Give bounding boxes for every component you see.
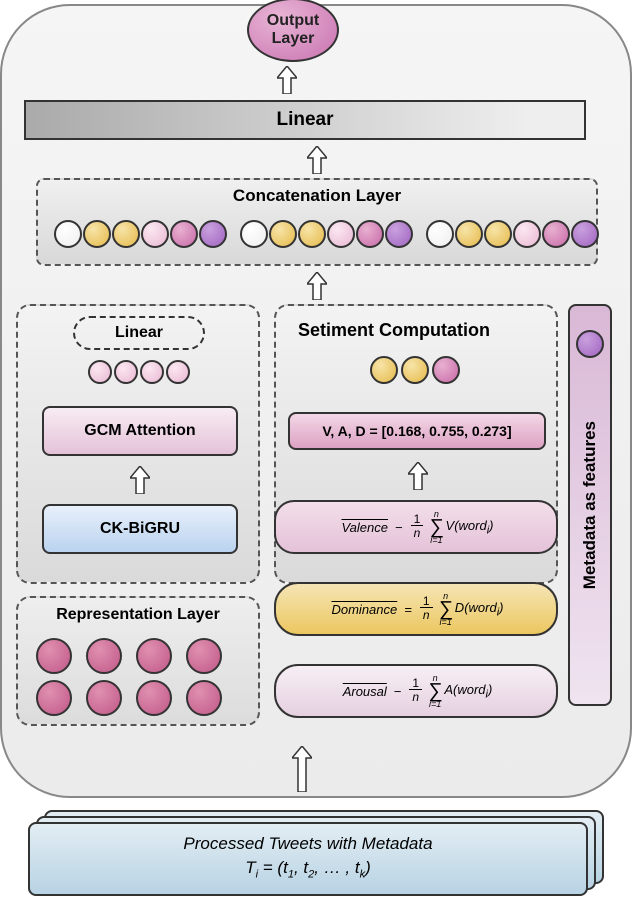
dot-icon bbox=[484, 220, 512, 248]
dot-icon bbox=[86, 680, 122, 716]
fn: D(wordi) bbox=[455, 600, 504, 619]
fraction-icon: 1n bbox=[411, 513, 424, 540]
sentiment-title: Setiment Computation bbox=[298, 320, 490, 341]
sentiment-dots bbox=[370, 356, 460, 384]
dot-icon bbox=[199, 220, 227, 248]
arrow-up-icon bbox=[130, 466, 150, 494]
fn: A(wordi) bbox=[444, 682, 492, 701]
sigma-icon: n∑i=1 bbox=[429, 509, 443, 545]
concatenation-layer: Concatenation Layer bbox=[36, 178, 598, 266]
arrow-up-icon bbox=[307, 272, 327, 300]
dot-icon bbox=[513, 220, 541, 248]
dominance-formula: Dominance = 1n n∑i=1 D(wordi) bbox=[274, 582, 558, 636]
dot-icon bbox=[432, 356, 460, 384]
valence-name: Valence bbox=[338, 520, 391, 535]
dot-icon bbox=[455, 220, 483, 248]
rep-dots-row1 bbox=[36, 638, 222, 674]
fraction-icon: 1n bbox=[409, 677, 422, 704]
dot-icon bbox=[401, 356, 429, 384]
op: − bbox=[394, 684, 402, 699]
dot-icon bbox=[186, 638, 222, 674]
dot-icon bbox=[140, 360, 164, 384]
concat-dots-right bbox=[426, 220, 599, 248]
dot-icon bbox=[141, 220, 169, 248]
dot-icon bbox=[542, 220, 570, 248]
dot-icon bbox=[36, 680, 72, 716]
dot-icon bbox=[36, 638, 72, 674]
dot-icon bbox=[298, 220, 326, 248]
arousal-name: Arousal bbox=[340, 684, 390, 699]
linear-main-layer: Linear bbox=[24, 100, 586, 140]
vad-values-box: V, A, D = [0.168, 0.755, 0.273] bbox=[288, 412, 546, 450]
dot-icon bbox=[136, 638, 172, 674]
arrow-up-icon bbox=[277, 66, 297, 94]
gcm-label: GCM Attention bbox=[84, 422, 195, 440]
metadata-label: Metadata as features bbox=[580, 421, 600, 589]
dot-icon bbox=[88, 360, 112, 384]
metadata-features-bar: Metadata as features bbox=[568, 304, 612, 706]
fraction-icon: 1n bbox=[420, 595, 433, 622]
op: = bbox=[404, 602, 412, 617]
sigma-icon: n∑i=1 bbox=[439, 591, 453, 627]
valence-formula: Valence − 1n n∑i=1 V(wordi) bbox=[274, 500, 558, 554]
linear-small-label: Linear bbox=[115, 324, 163, 342]
input-line1: Processed Tweets with Metadata bbox=[30, 834, 586, 854]
dot-icon bbox=[114, 360, 138, 384]
ck-bigru-box: CK-BiGRU bbox=[42, 504, 238, 554]
op: − bbox=[395, 520, 403, 535]
dot-icon bbox=[54, 220, 82, 248]
dot-icon bbox=[166, 360, 190, 384]
dot-icon bbox=[186, 680, 222, 716]
dominance-name: Dominance bbox=[328, 602, 400, 617]
gcm-attention-box: GCM Attention bbox=[42, 406, 238, 456]
concat-title: Concatenation Layer bbox=[233, 186, 401, 205]
dot-icon bbox=[86, 638, 122, 674]
rep-title: Representation Layer bbox=[18, 606, 258, 624]
input-line2: Ti = (t1, t2, … , tk) bbox=[30, 858, 586, 880]
dot-icon bbox=[385, 220, 413, 248]
arrow-up-icon bbox=[307, 146, 327, 174]
fn: V(wordi) bbox=[446, 518, 494, 537]
linear-dots bbox=[88, 360, 190, 384]
left-encoder-block: Linear GCM Attention CK-BiGRU bbox=[16, 304, 260, 584]
dot-icon bbox=[83, 220, 111, 248]
dot-icon bbox=[269, 220, 297, 248]
architecture-container: Output Layer Linear Concatenation Layer bbox=[0, 4, 632, 798]
dot-icon bbox=[571, 220, 599, 248]
input-stack: Processed Tweets with Metadata Ti = (t1,… bbox=[28, 810, 612, 890]
input-card-front: Processed Tweets with Metadata Ti = (t1,… bbox=[28, 822, 588, 896]
rep-dots-row2 bbox=[36, 680, 222, 716]
ckbigru-label: CK-BiGRU bbox=[100, 520, 180, 538]
dot-icon bbox=[136, 680, 172, 716]
dot-icon bbox=[370, 356, 398, 384]
output-layer-node: Output Layer bbox=[247, 0, 339, 62]
arrow-up-icon bbox=[408, 462, 428, 490]
sigma-icon: n∑i=1 bbox=[428, 673, 442, 709]
dot-icon bbox=[240, 220, 268, 248]
concat-dots-left bbox=[54, 220, 227, 248]
output-label: Output Layer bbox=[267, 12, 319, 47]
linear-main-label: Linear bbox=[276, 109, 333, 131]
concat-dots-mid bbox=[240, 220, 413, 248]
arrow-up-icon bbox=[292, 746, 312, 792]
dot-icon bbox=[170, 220, 198, 248]
dot-icon bbox=[426, 220, 454, 248]
dot-icon bbox=[356, 220, 384, 248]
arousal-formula: Arousal − 1n n∑i=1 A(wordi) bbox=[274, 664, 558, 718]
dot-icon bbox=[112, 220, 140, 248]
metadata-dot-icon bbox=[576, 330, 604, 358]
representation-layer: Representation Layer bbox=[16, 596, 260, 726]
dot-icon bbox=[327, 220, 355, 248]
vad-label: V, A, D = [0.168, 0.755, 0.273] bbox=[322, 423, 511, 439]
linear-small-box: Linear bbox=[73, 316, 205, 350]
